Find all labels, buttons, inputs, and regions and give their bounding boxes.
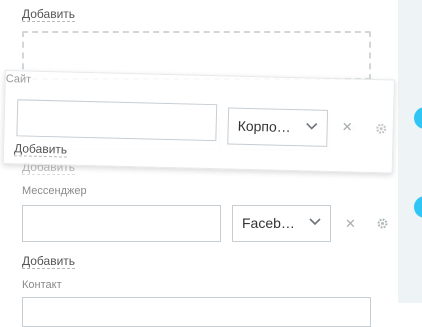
chevron-down-icon [309,218,321,226]
right-panel-strip [398,0,422,303]
site-type-select[interactable]: Корпо… [227,107,329,147]
messenger-label: Мессенджер [22,185,87,197]
gear-icon[interactable] [376,217,389,230]
contact-input[interactable] [22,297,371,327]
add-link-top[interactable]: Добавить [22,7,76,22]
messenger-type-select[interactable]: Faceb… [232,205,331,242]
close-icon[interactable]: ✕ [342,119,353,134]
site-url-input[interactable] [16,99,218,142]
site-add-link[interactable]: Добавить [13,141,68,158]
close-icon[interactable]: ✕ [345,217,356,231]
messenger-type-value: Faceb… [242,215,295,231]
site-row-dragging[interactable]: Сайт Корпо… ✕ Добавить [2,70,395,174]
contact-label: Контакт [22,279,62,291]
messenger-input[interactable] [22,205,221,242]
site-label: Сайт [5,73,32,86]
chevron-down-icon [306,122,318,130]
gear-icon[interactable] [375,122,388,135]
site-type-value: Корпо… [237,117,291,135]
messenger-add-link[interactable]: Добавить [22,254,76,269]
